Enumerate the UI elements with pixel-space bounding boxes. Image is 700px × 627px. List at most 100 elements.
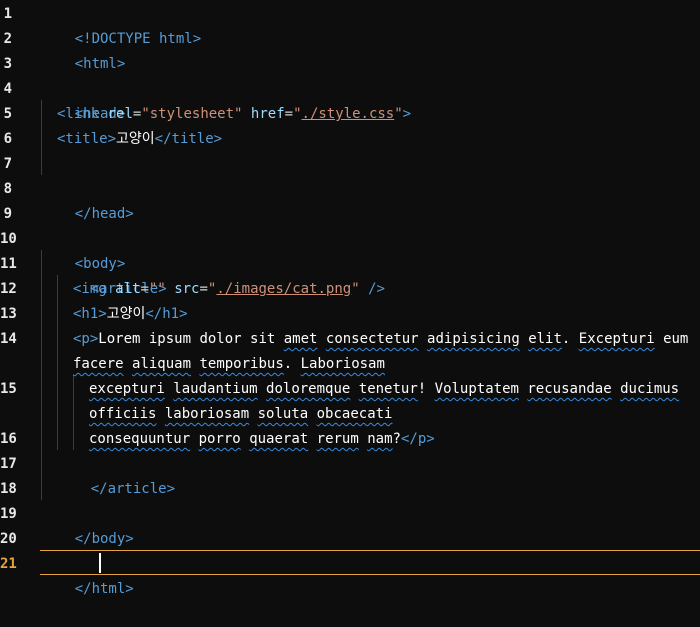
misspelled-word[interactable]: ducimus — [620, 381, 679, 397]
code-editor[interactable]: 1 2 3 4 5 6 7 8 9 10 11 12 13 14 15 16 1… — [0, 0, 700, 597]
p-close-tag: </p> — [400, 431, 435, 447]
href-attribute: href — [250, 106, 285, 122]
misspelled-word[interactable]: facere — [73, 356, 124, 372]
misspelled-word[interactable]: soluta — [258, 406, 309, 422]
line-number[interactable]: 9 — [0, 202, 12, 227]
title-open-tag: <title> — [57, 131, 117, 147]
code-line-15[interactable]: excepturi laudantium doloremque tenetur!… — [89, 377, 679, 402]
code-line-16[interactable]: consequuntur porro quaerat rerum nam?</p… — [89, 427, 435, 452]
paragraph-text — [520, 331, 528, 347]
code-line-14-wrap[interactable]: facere aliquam temporibus. Laboriosam — [73, 352, 385, 377]
src-attribute: src — [174, 281, 200, 297]
paragraph-text — [350, 381, 358, 397]
misspelled-word[interactable]: elit — [528, 331, 562, 347]
paragraph-text: eum — [654, 331, 689, 347]
paragraph-text: . — [561, 331, 579, 347]
line-number[interactable]: 16 — [0, 427, 17, 452]
code-line-19[interactable]: </body> — [41, 502, 134, 547]
code-line-12[interactable]: <img alt="" src="./images/cat.png" /> — [73, 277, 385, 302]
h1-close-tag: </h1> — [145, 306, 188, 322]
misspelled-word[interactable]: Laboriosam — [301, 356, 385, 372]
misspelled-word[interactable]: consectetur — [326, 331, 419, 347]
misspelled-word[interactable]: aliquam — [132, 356, 191, 372]
html-open-tag: <html> — [74, 56, 126, 72]
line-number[interactable]: 13 — [0, 302, 17, 327]
misspelled-word[interactable]: obcaecati — [317, 406, 393, 422]
line-number-active[interactable]: 21 — [0, 552, 17, 577]
quote: " — [394, 106, 403, 122]
line-number[interactable]: 15 — [0, 377, 17, 402]
misspelled-word[interactable]: tenetur — [359, 381, 418, 397]
link-tag-close: > — [402, 106, 412, 122]
paragraph-text: . — [283, 356, 301, 372]
code-line-14[interactable]: <p>Lorem ipsum dolor sit amet consectetu… — [73, 327, 688, 352]
line-number[interactable]: 12 — [0, 277, 17, 302]
misspelled-word[interactable]: laudantium — [173, 381, 257, 397]
paragraph-text — [249, 406, 257, 422]
paragraph-text: ! — [417, 381, 435, 397]
paragraph-text — [258, 381, 266, 397]
code-line-11[interactable]: <article> — [57, 252, 167, 297]
line-number[interactable]: 14 — [0, 327, 17, 352]
active-line-highlight — [40, 550, 700, 575]
code-line-1[interactable]: <!DOCTYPE html> — [41, 2, 201, 47]
equals-sign: = — [199, 281, 208, 297]
code-line-8[interactable]: </head> — [41, 177, 134, 222]
line-number[interactable]: 17 — [0, 452, 17, 477]
image-path-link[interactable]: ./images/cat.png — [216, 281, 351, 297]
misspelled-word[interactable]: consequuntur — [89, 431, 190, 447]
line-number[interactable]: 19 — [0, 502, 17, 527]
line-number[interactable]: 20 — [0, 527, 17, 552]
misspelled-word[interactable]: quaerat — [249, 431, 308, 447]
stylesheet-path-link[interactable]: ./style.css — [302, 106, 395, 122]
equals-sign: = — [284, 106, 294, 122]
head-close-tag: </head> — [74, 206, 134, 222]
quote: " — [293, 106, 302, 122]
misspelled-word[interactable]: temporibus — [199, 356, 283, 372]
line-number[interactable]: 5 — [0, 102, 12, 127]
rel-value: "stylesheet" — [141, 106, 243, 122]
line-number[interactable]: 8 — [0, 177, 12, 202]
link-tag-open: <link — [57, 106, 100, 122]
paragraph-text: Lorem ipsum dolor sit — [98, 331, 284, 347]
code-line-5[interactable]: <link rel="stylesheet" href="./style.css… — [57, 102, 411, 127]
misspelled-word[interactable]: laboriosam — [165, 406, 249, 422]
code-line-2[interactable]: <html> — [41, 27, 126, 72]
misspelled-word[interactable]: doloremque — [266, 381, 350, 397]
body-close-tag: </body> — [74, 531, 134, 547]
line-number[interactable]: 3 — [0, 52, 12, 77]
misspelled-word[interactable]: amet — [284, 331, 318, 347]
misspelled-word[interactable]: adipisicing — [427, 331, 520, 347]
code-line-15-wrap[interactable]: officiis laboriosam soluta obcaecati — [89, 402, 392, 427]
p-open-tag: <p> — [73, 331, 99, 347]
line-number[interactable]: 18 — [0, 477, 17, 502]
misspelled-word[interactable]: nam — [367, 431, 392, 447]
indent-guide-paragraph — [73, 375, 74, 450]
misspelled-word[interactable]: recusandae — [527, 381, 611, 397]
code-line-4[interactable]: <head> — [41, 77, 126, 122]
line-number[interactable]: 11 — [0, 252, 17, 277]
line-number[interactable]: 4 — [0, 77, 12, 102]
quote: " — [351, 281, 360, 297]
line-number[interactable]: 1 — [0, 2, 12, 27]
code-line-21[interactable]: </html> — [41, 552, 134, 597]
line-number[interactable]: 2 — [0, 27, 12, 52]
title-text: 고양이 — [116, 131, 155, 147]
line-number[interactable]: 6 — [0, 127, 12, 152]
misspelled-word[interactable]: excepturi — [89, 381, 165, 397]
h1-open-tag: <h1> — [73, 306, 107, 322]
misspelled-word[interactable]: Excepturi — [579, 331, 655, 347]
misspelled-word[interactable]: officiis — [89, 406, 156, 422]
line-number[interactable]: 10 — [0, 227, 17, 252]
misspelled-word[interactable]: rerum — [317, 431, 359, 447]
paragraph-text — [124, 356, 132, 372]
code-line-13[interactable]: <h1>고양이</h1> — [73, 302, 188, 327]
code-line-10[interactable]: <body> — [41, 227, 126, 272]
text-cursor — [99, 553, 101, 573]
code-line-6[interactable]: <title>고양이</title> — [57, 127, 222, 152]
misspelled-word[interactable]: porro — [199, 431, 241, 447]
misspelled-word[interactable]: Voluptatem — [435, 381, 519, 397]
line-number[interactable]: 7 — [0, 152, 12, 177]
code-line-17[interactable]: </article> — [57, 452, 175, 497]
alt-attribute: alt — [115, 281, 141, 297]
